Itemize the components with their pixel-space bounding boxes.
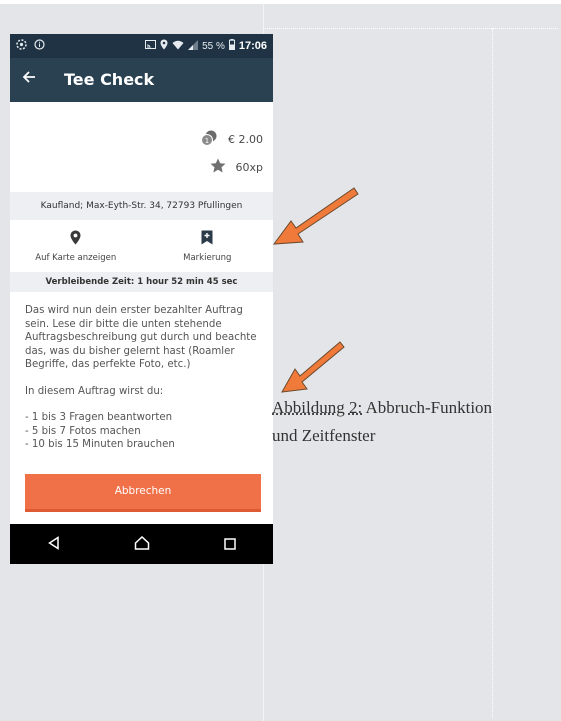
app-bar: Tee Check <box>10 58 273 102</box>
back-arrow-icon[interactable] <box>22 68 36 89</box>
page-title: Tee Check <box>64 70 155 89</box>
bookmark-label: Markierung <box>183 252 232 263</box>
task-description: Das wird nun dein erster bezahlter Auftr… <box>25 304 265 452</box>
price-row: 1 € 2.00 <box>200 130 263 149</box>
figure-caption: Abbildung 2: Abbruch-Funktion und Zeitfe… <box>272 394 512 450</box>
xp-value: 60xp <box>235 160 264 174</box>
clock: 17:06 <box>238 40 267 52</box>
settings-icon <box>16 39 27 53</box>
dotted-guideline <box>263 28 558 29</box>
reward-section: 1 € 2.00 60xp <box>10 102 273 192</box>
signal-icon <box>188 39 199 53</box>
map-pin-icon <box>70 230 81 248</box>
svg-text:1: 1 <box>205 137 209 145</box>
arrow-to-action-row <box>272 187 359 245</box>
cancel-button[interactable]: Abbrechen <box>25 474 261 512</box>
info-icon <box>34 39 45 53</box>
star-icon <box>210 158 226 176</box>
description-intro: In diesem Auftrag wirst du: <box>25 385 164 397</box>
xp-row: 60xp <box>210 158 264 176</box>
action-row: Auf Karte anzeigen Markierung <box>10 220 273 272</box>
list-item: - 10 bis 15 Minuten brauchen <box>25 439 175 450</box>
show-on-map-button[interactable]: Auf Karte anzeigen <box>10 220 142 272</box>
nav-recent-apps-icon[interactable] <box>224 535 236 554</box>
phone-screenshot: 55 % 17:06 Tee Check 1 € 2.00 60xp Kaufl… <box>10 34 273 564</box>
status-bar: 55 % 17:06 <box>10 34 273 58</box>
battery-icon <box>228 39 235 53</box>
price-value: € 2.00 <box>228 133 263 146</box>
wifi-icon <box>172 40 184 53</box>
remaining-time: Verbleibende Zeit: 1 hour 52 min 45 sec <box>10 272 273 292</box>
page-top-strip <box>0 0 561 4</box>
nav-home-icon[interactable] <box>134 535 150 554</box>
dotted-margin-line <box>492 28 493 718</box>
arrow-to-cancel-button <box>281 341 345 393</box>
list-item: - 1 bis 3 Fragen beantworten <box>25 412 173 423</box>
battery-percent: 55 % <box>202 40 225 52</box>
show-on-map-label: Auf Karte anzeigen <box>35 252 117 263</box>
list-item: - 5 bis 7 Fotos machen <box>25 425 141 437</box>
store-address: Kaufland; Max-Eyth-Str. 34, 72793 Pfulli… <box>10 192 273 220</box>
description-paragraph: Das wird nun dein erster bezahlter Auftr… <box>25 305 257 370</box>
caption-label: Abbildung 2: <box>272 398 363 417</box>
coins-icon: 1 <box>200 130 218 149</box>
android-nav-bar <box>10 524 273 564</box>
task-list: - 1 bis 3 Fragen beantworten - 5 bis 7 F… <box>25 411 265 452</box>
cast-icon <box>145 39 157 53</box>
location-icon <box>160 39 168 53</box>
bookmark-add-icon <box>201 230 213 248</box>
nav-back-icon[interactable] <box>47 535 61 554</box>
bookmark-button[interactable]: Markierung <box>142 220 274 272</box>
